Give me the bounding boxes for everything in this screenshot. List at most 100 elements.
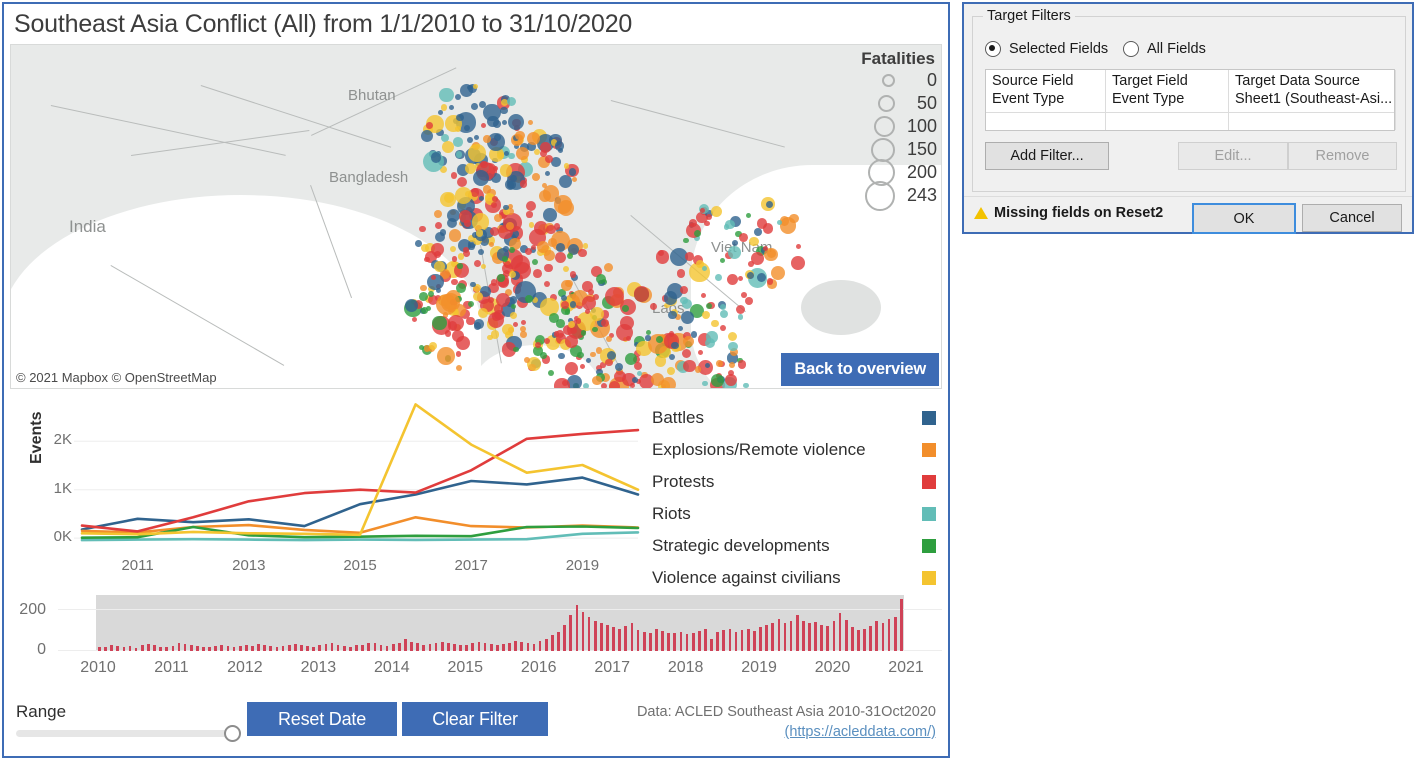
map-event-dot[interactable] (737, 314, 743, 320)
map-event-dot[interactable] (509, 246, 516, 253)
map-event-dot[interactable] (789, 213, 799, 224)
map-event-dot[interactable] (743, 382, 749, 388)
map-event-dot[interactable] (571, 176, 577, 182)
map-event-dot[interactable] (533, 269, 543, 278)
map-event-dot[interactable] (473, 322, 482, 330)
map-event-dot[interactable] (456, 282, 466, 293)
add-filter-button[interactable]: Add Filter... (985, 142, 1109, 170)
map-event-dot[interactable] (575, 318, 581, 324)
map-event-dot[interactable] (663, 290, 678, 305)
map-view[interactable]: Bhutan Bangladesh India Viet Nam Laos Th… (10, 44, 942, 389)
map-event-dot[interactable] (486, 334, 493, 341)
legend-item[interactable]: Protests (652, 466, 942, 498)
map-event-dot[interactable] (681, 298, 692, 309)
map-event-dot[interactable] (704, 362, 710, 368)
map-event-dot[interactable] (487, 312, 504, 329)
map-event-dot[interactable] (473, 259, 482, 267)
map-event-dot[interactable] (466, 136, 473, 143)
map-event-dot[interactable] (714, 274, 722, 281)
map-event-dot[interactable] (725, 219, 735, 229)
range-slider-knob[interactable] (224, 725, 241, 742)
map-event-dot[interactable] (566, 252, 574, 259)
map-event-dot[interactable] (435, 293, 457, 315)
map-event-dot[interactable] (499, 164, 513, 177)
map-event-dot[interactable] (677, 269, 686, 278)
map-event-dot[interactable] (524, 294, 533, 304)
map-event-dot[interactable] (425, 122, 433, 130)
map-event-dot[interactable] (578, 248, 587, 257)
map-event-dot[interactable] (457, 263, 463, 269)
map-event-dot[interactable] (680, 310, 695, 324)
table-cell[interactable]: Event Type (1112, 91, 1222, 107)
map-event-dot[interactable] (569, 271, 576, 278)
map-event-dot[interactable] (490, 279, 498, 286)
map-event-dot[interactable] (523, 357, 530, 364)
map-event-dot[interactable] (701, 380, 708, 387)
map-event-dot[interactable] (668, 354, 675, 361)
map-event-dot[interactable] (732, 240, 738, 246)
date-range-timeline[interactable]: 0 200 2010 2011 2012 2013 2014 2015 2016 2017 201… (10, 589, 942, 694)
map-event-dot[interactable] (565, 279, 573, 287)
clear-filter-button[interactable]: Clear Filter (402, 702, 548, 736)
map-event-dot[interactable] (538, 189, 551, 203)
map-event-dot[interactable] (744, 296, 753, 305)
map-event-dot[interactable] (553, 194, 573, 214)
map-event-dot[interactable] (501, 323, 514, 336)
map-event-dot[interactable] (451, 172, 458, 179)
map-event-dot[interactable] (746, 272, 754, 279)
legend-item[interactable]: Riots (652, 498, 942, 530)
map-event-dot[interactable] (453, 137, 463, 147)
map-event-dot[interactable] (532, 172, 541, 181)
map-event-dot[interactable] (727, 246, 741, 259)
map-event-dot[interactable] (556, 243, 566, 253)
map-event-dot[interactable] (737, 360, 747, 369)
map-event-dot[interactable] (502, 256, 508, 262)
map-event-dot[interactable] (614, 371, 626, 383)
map-event-dot[interactable] (554, 378, 570, 388)
map-event-dot[interactable] (493, 213, 502, 223)
map-event-dot[interactable] (688, 218, 697, 228)
map-event-dot[interactable] (615, 323, 633, 341)
map-event-dot[interactable] (711, 206, 723, 217)
map-event-dot[interactable] (762, 223, 774, 234)
map-event-dot[interactable] (565, 334, 579, 348)
map-event-dot[interactable] (605, 358, 613, 367)
cancel-button[interactable]: Cancel (1302, 204, 1402, 232)
map-event-dot[interactable] (565, 361, 579, 375)
map-event-dot[interactable] (457, 253, 465, 260)
map-event-dot[interactable] (497, 152, 504, 159)
legend-item[interactable]: Explosions/Remote violence (652, 434, 942, 466)
map-event-dot[interactable] (493, 119, 501, 128)
map-event-dot[interactable] (502, 246, 509, 253)
map-event-dot[interactable] (563, 265, 570, 272)
map-event-dot[interactable] (756, 272, 766, 282)
map-event-dot[interactable] (534, 341, 541, 349)
map-event-dot[interactable] (520, 331, 527, 338)
target-filters-dialog[interactable]: Target Filters Selected Fields All Field… (962, 2, 1414, 234)
map-event-dot[interactable] (430, 274, 436, 280)
map-event-dot[interactable] (549, 312, 559, 323)
map-event-dot[interactable] (654, 355, 666, 367)
map-event-dot[interactable] (557, 352, 565, 360)
map-event-dot[interactable] (633, 286, 649, 302)
map-event-dot[interactable] (719, 324, 726, 331)
table-cell[interactable]: Event Type (992, 91, 1099, 107)
map-event-dot[interactable] (576, 351, 584, 359)
map-event-dot[interactable] (493, 134, 501, 141)
map-event-dot[interactable] (609, 381, 621, 388)
map-event-dot[interactable] (695, 260, 704, 269)
map-event-dot[interactable] (464, 124, 471, 131)
map-event-dot[interactable] (720, 309, 729, 318)
map-event-dot[interactable] (543, 263, 553, 273)
map-event-dot[interactable] (468, 144, 486, 163)
map-event-dot[interactable] (447, 314, 464, 331)
map-event-dot[interactable] (480, 264, 486, 270)
map-event-dot[interactable] (716, 360, 723, 367)
map-event-dot[interactable] (745, 212, 752, 219)
map-event-dot[interactable] (645, 335, 651, 341)
map-event-dot[interactable] (582, 242, 589, 249)
map-event-dot[interactable] (472, 170, 489, 187)
acled-link[interactable]: (https://acleddata.com/) (784, 724, 936, 740)
map-event-dot[interactable] (605, 336, 612, 343)
map-event-dot[interactable] (507, 113, 524, 130)
